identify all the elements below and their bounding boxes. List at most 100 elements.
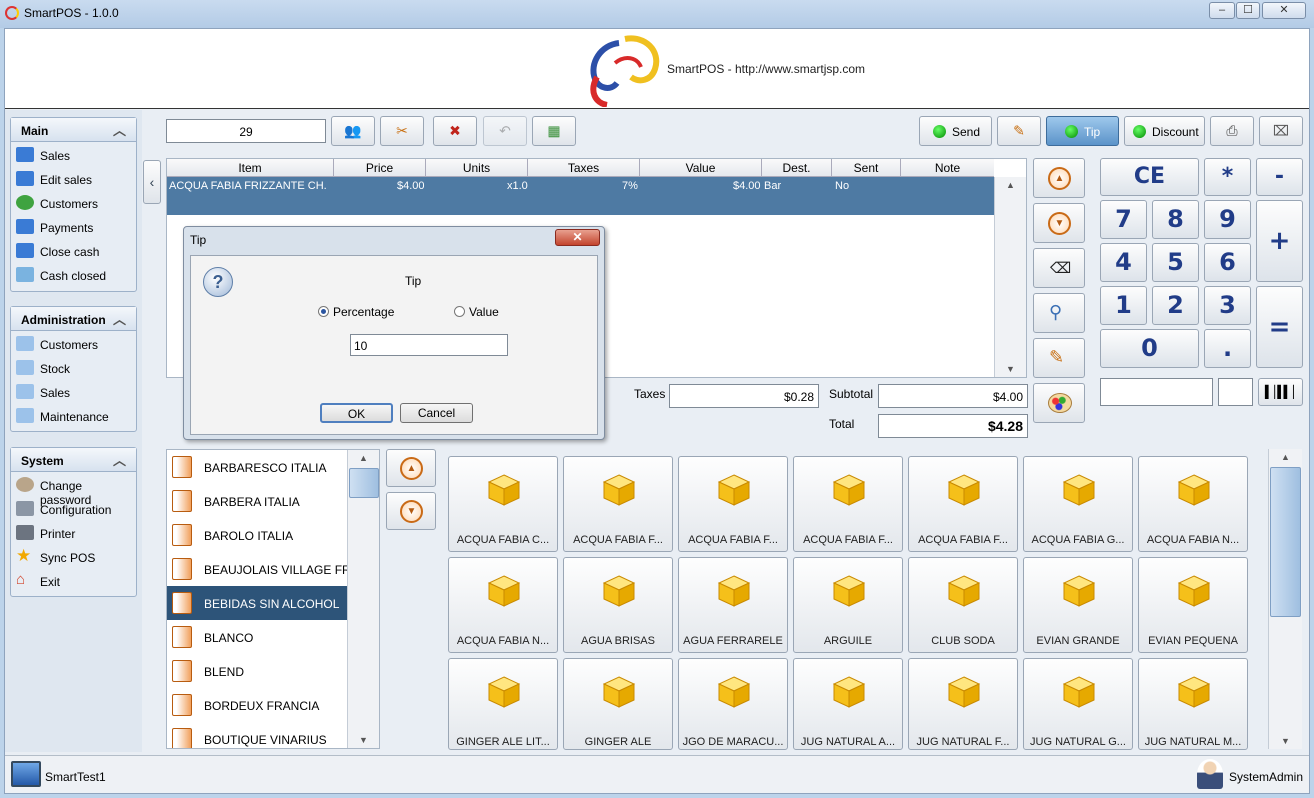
key-plus[interactable]: + [1256, 200, 1303, 282]
product-tile[interactable]: GINGER ALE LIT... [448, 658, 558, 750]
product-tile[interactable]: ACQUA FABIA G... [1023, 456, 1133, 552]
product-tile[interactable]: ACQUA FABIA C... [448, 456, 558, 552]
sidebar-item-stock[interactable]: Stock [11, 355, 136, 379]
edit-line-button[interactable]: ✎ [1033, 338, 1085, 378]
product-scrollbar[interactable]: ▲ ▼ [1268, 449, 1302, 749]
sidebar-item-edit-sales[interactable]: Edit sales [11, 166, 136, 190]
sidebar-item-maintenance[interactable]: Maintenance [11, 403, 136, 427]
product-tile[interactable]: EVIAN GRANDE [1023, 557, 1133, 653]
customer-button[interactable]: 👥 [331, 116, 375, 146]
sidebar-item-configuration[interactable]: Configuration [11, 496, 136, 520]
amount-input[interactable] [1100, 378, 1213, 406]
minimize-button[interactable]: ‒ [1209, 2, 1235, 19]
key-ce[interactable]: CE [1100, 158, 1199, 196]
key-2[interactable]: 2 [1152, 286, 1199, 325]
list-item[interactable]: BLANCO [167, 620, 347, 654]
sidebar-item-sales[interactable]: Sales [11, 142, 136, 166]
main-panel-header[interactable]: Main ︿ [11, 118, 136, 142]
key-dot[interactable]: . [1204, 329, 1251, 368]
tip-amount-input[interactable]: 10 [350, 334, 508, 356]
print-button[interactable]: ⎙ [1210, 116, 1254, 146]
percentage-radio[interactable]: Percentage [318, 305, 394, 319]
category-down-button[interactable]: ▼ [386, 492, 436, 530]
category-scrollbar[interactable]: ▲ ▼ [347, 450, 379, 748]
search-product-button[interactable]: ⚲ [1033, 293, 1085, 333]
sidebar-item-cash-closed[interactable]: Cash closed [11, 262, 136, 286]
sidebar-item-sync-pos[interactable]: ★ Sync POS [11, 544, 136, 568]
scroll-thumb[interactable] [349, 468, 379, 498]
product-tile[interactable]: ACQUA FABIA F... [678, 456, 788, 552]
scroll-up-icon[interactable]: ▲ [348, 450, 379, 466]
key-6[interactable]: 6 [1204, 243, 1251, 282]
table-button[interactable]: ▦ [532, 116, 576, 146]
table-row[interactable]: ACQUA FABIA FRIZZANTE CH. $4.00 x1.0 7% … [167, 177, 994, 215]
system-panel-header[interactable]: System ︿ [11, 448, 136, 472]
key-5[interactable]: 5 [1152, 243, 1199, 282]
edit-note-button[interactable]: ✎ [997, 116, 1041, 146]
key-8[interactable]: 8 [1152, 200, 1199, 239]
product-tile[interactable]: ACQUA FABIA N... [448, 557, 558, 653]
key-0[interactable]: 0 [1100, 329, 1199, 368]
tip-button[interactable]: Tip [1046, 116, 1119, 146]
key-7[interactable]: 7 [1100, 200, 1147, 239]
scroll-down-icon[interactable]: ▼ [995, 361, 1026, 377]
sidebar-item-exit[interactable]: ⌂ Exit [11, 568, 136, 592]
refund-button[interactable]: ↶ [483, 116, 527, 146]
sidebar-item-admin-customers[interactable]: Customers [11, 331, 136, 355]
attributes-button[interactable] [1033, 383, 1085, 423]
scroll-down-icon[interactable]: ▼ [1269, 733, 1302, 749]
product-tile[interactable]: CLUB SODA [908, 557, 1018, 653]
scroll-up-icon[interactable]: ▲ [1269, 449, 1302, 465]
product-tile[interactable]: JUG NATURAL G... [1023, 658, 1133, 750]
list-item[interactable]: BEAUJOLAIS VILLAGE FRAN [167, 552, 347, 586]
product-tile[interactable]: AGUA FERRARELE [678, 557, 788, 653]
sidebar-item-customers[interactable]: Customers [11, 190, 136, 214]
value-radio[interactable]: Value [454, 305, 499, 319]
scroll-down-icon[interactable]: ▼ [348, 732, 379, 748]
key-1[interactable]: 1 [1100, 286, 1147, 325]
send-button[interactable]: Send [919, 116, 992, 146]
maximize-button[interactable]: ☐ [1236, 2, 1260, 19]
cancel-button[interactable]: Cancel [400, 403, 473, 423]
list-item[interactable]: BLEND [167, 654, 347, 688]
product-tile[interactable]: JUG NATURAL A... [793, 658, 903, 750]
key-4[interactable]: 4 [1100, 243, 1147, 282]
product-tile[interactable]: AGUA BRISAS [563, 557, 673, 653]
product-tile[interactable]: ARGUILE [793, 557, 903, 653]
list-item[interactable]: BOUTIQUE VINARIUS [167, 722, 347, 748]
ticket-scrollbar[interactable]: ▲ ▼ [994, 177, 1026, 377]
product-tile[interactable]: GINGER ALE [563, 658, 673, 750]
product-tile[interactable]: JGO DE MARACU... [678, 658, 788, 750]
key-multiply[interactable]: * [1204, 158, 1251, 196]
collapse-sidebar-button[interactable]: ‹ [143, 160, 161, 204]
discount-button[interactable]: Discount [1124, 116, 1205, 146]
collapse-icon[interactable]: ︿ [113, 450, 126, 469]
close-window-button[interactable]: ✕ [1262, 2, 1306, 19]
collapse-icon[interactable]: ︿ [113, 120, 126, 139]
list-item[interactable]: BAROLO ITALIA [167, 518, 347, 552]
dialog-close-button[interactable]: ✕ [555, 229, 600, 246]
barcode-button[interactable]: ▌│▌▌│ [1258, 378, 1303, 406]
list-item[interactable]: BARBERA ITALIA [167, 484, 347, 518]
sidebar-item-payments[interactable]: Payments [11, 214, 136, 238]
product-tile[interactable]: ACQUA FABIA F... [563, 456, 673, 552]
key-equals[interactable]: = [1256, 286, 1303, 368]
sidebar-item-change-password[interactable]: Change password [11, 472, 136, 507]
product-tile[interactable]: ACQUA FABIA N... [1138, 456, 1248, 552]
list-item-selected[interactable]: BEBIDAS SIN ALCOHOL [167, 586, 347, 620]
move-down-button[interactable]: ▼ [1033, 203, 1085, 243]
sidebar-item-printer[interactable]: Printer [11, 520, 136, 544]
administration-panel-header[interactable]: Administration ︿ [11, 307, 136, 331]
scroll-up-icon[interactable]: ▲ [995, 177, 1026, 193]
key-9[interactable]: 9 [1204, 200, 1251, 239]
product-tile[interactable]: JUG NATURAL F... [908, 658, 1018, 750]
delete-line-button[interactable]: ⌫ [1033, 248, 1085, 288]
collapse-icon[interactable]: ︿ [113, 309, 126, 328]
list-item[interactable]: BORDEUX FRANCIA [167, 688, 347, 722]
ok-button[interactable]: OK [320, 403, 393, 423]
sidebar-item-close-cash[interactable]: Close cash [11, 238, 136, 262]
list-item[interactable]: BARBARESCO ITALIA [167, 450, 347, 484]
split-button[interactable]: ✂ [380, 116, 424, 146]
category-up-button[interactable]: ▲ [386, 449, 436, 487]
product-tile[interactable]: EVIAN PEQUENA [1138, 557, 1248, 653]
